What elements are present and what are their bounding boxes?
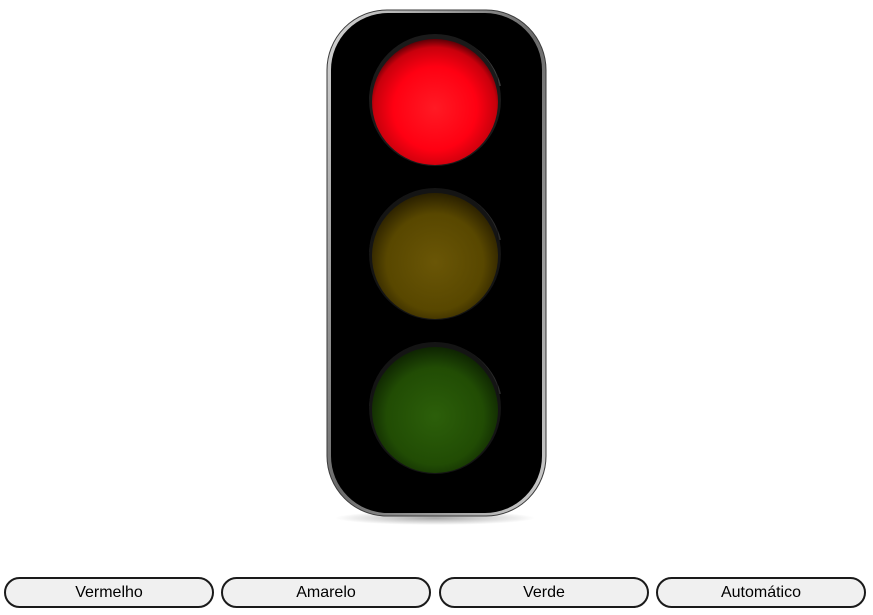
red-lamp — [372, 39, 498, 165]
yellow-lamp — [372, 193, 498, 319]
green-button[interactable]: Verde — [439, 577, 649, 608]
control-buttons: Vermelho Amarelo Verde Automático — [4, 577, 870, 610]
green-lamp — [372, 347, 498, 473]
traffic-light-page: Vermelho Amarelo Verde Automático — [0, 0, 873, 615]
automatic-button[interactable]: Automático — [656, 577, 866, 608]
red-button[interactable]: Vermelho — [4, 577, 214, 608]
traffic-light — [325, 8, 550, 526]
traffic-light-graphic — [326, 9, 547, 525]
yellow-button[interactable]: Amarelo — [221, 577, 431, 608]
